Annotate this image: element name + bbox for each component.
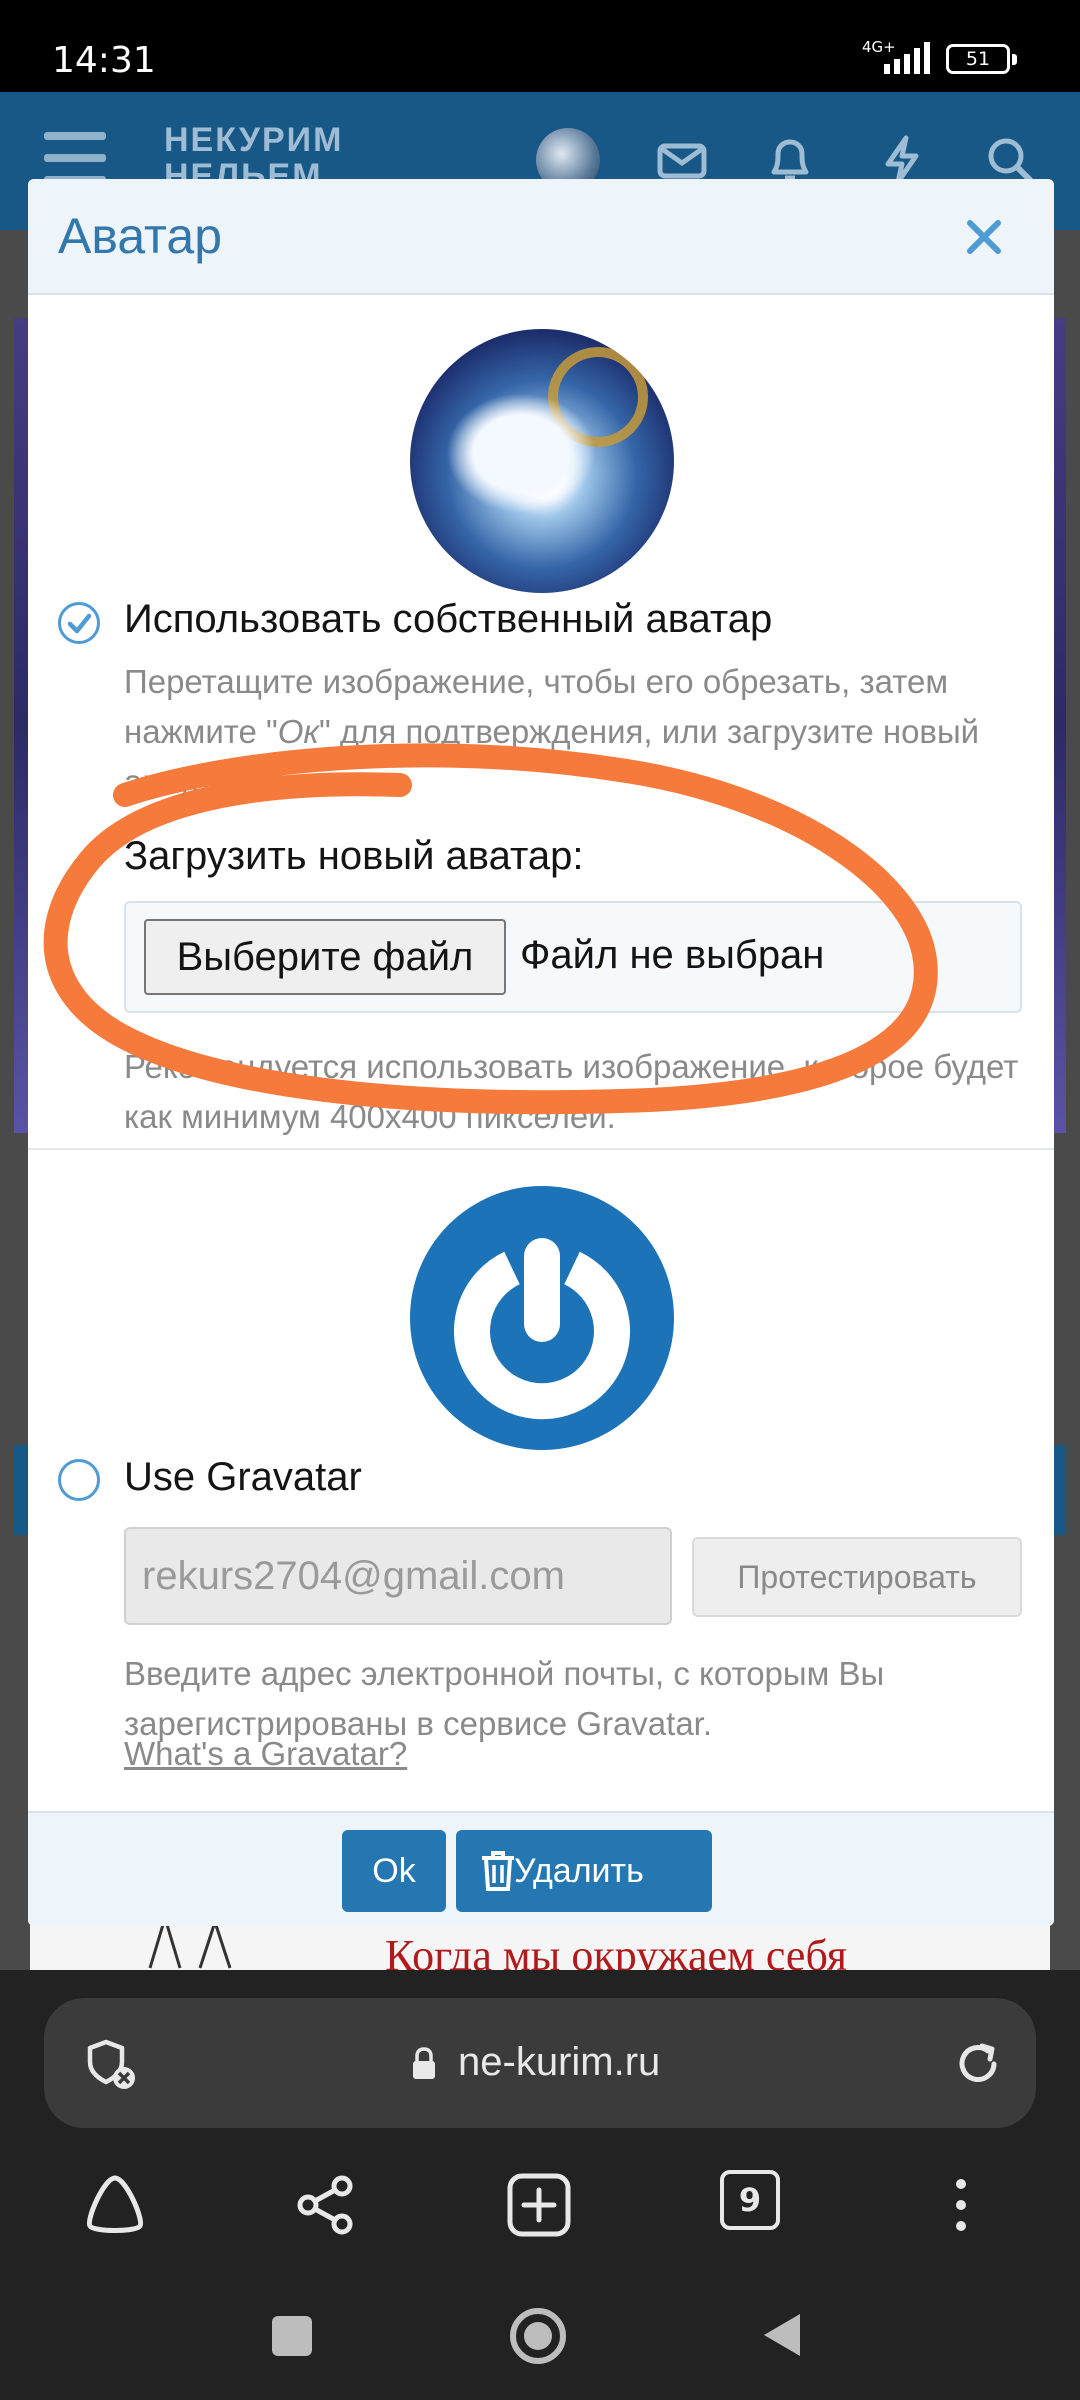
own-avatar-label[interactable]: Использовать собственный аватар — [124, 597, 772, 642]
new-tab-icon[interactable] — [504, 2170, 574, 2240]
signal-icon — [884, 42, 930, 74]
shield-blocked-icon[interactable] — [82, 2034, 142, 2094]
test-gravatar-button[interactable]: Протестировать — [692, 1537, 1022, 1617]
close-icon[interactable] — [958, 211, 1010, 263]
gravatar-hint: Введите адрес электронной почты, с котор… — [124, 1655, 885, 1742]
upload-label: Загрузить новый аватар: — [124, 834, 584, 878]
more-options-icon[interactable] — [926, 2170, 996, 2240]
gravatar-icon — [454, 1238, 630, 1420]
battery-icon: 51 — [946, 44, 1017, 74]
tabs-button[interactable]: 9 — [720, 2170, 780, 2230]
delete-button[interactable]: Удалить — [456, 1830, 712, 1912]
recents-button[interactable] — [272, 2316, 312, 2356]
file-input[interactable]: Выберите файл Файл не выбран — [124, 901, 1022, 1013]
status-bar: 14:31 4G+ 51 — [0, 0, 1080, 92]
upload-recommendation: Рекомендуется использовать изображение, … — [124, 1048, 1019, 1135]
current-avatar-image[interactable] — [410, 329, 674, 593]
reload-icon[interactable] — [948, 2034, 1008, 2094]
url-text[interactable]: ne-kurim.ru — [458, 2040, 660, 2085]
back-icon[interactable] — [760, 2310, 804, 2360]
menu-icon[interactable] — [44, 132, 106, 184]
choose-file-button[interactable]: Выберите файл — [144, 919, 506, 995]
post-title[interactable]: Когда мы окружаем себя — [385, 1930, 847, 1975]
file-status: Файл не выбран — [520, 933, 825, 977]
lock-icon — [413, 2047, 435, 2079]
gravatar-logo — [410, 1186, 674, 1450]
own-avatar-radio[interactable] — [58, 602, 100, 644]
home-button[interactable] — [510, 2308, 566, 2364]
home-icon[interactable] — [80, 2170, 150, 2240]
check-icon — [67, 613, 92, 634]
dialog-footer: Ok Удалить — [28, 1811, 1054, 1926]
gravatar-email-input[interactable] — [124, 1527, 672, 1625]
dialog-title: Аватар — [58, 208, 223, 264]
gravatar-radio[interactable] — [58, 1459, 100, 1501]
dialog-header: Аватар — [28, 179, 1054, 295]
ok-button[interactable]: Ok — [342, 1830, 446, 1912]
status-time: 14:31 — [52, 40, 156, 81]
own-avatar-hint: Перетащите изображение, чтобы его обреза… — [124, 663, 980, 800]
section-divider — [28, 1148, 1054, 1150]
gravatar-label[interactable]: Use Gravatar — [124, 1455, 362, 1500]
trash-icon — [482, 1851, 514, 1891]
address-bar[interactable]: ne-kurim.ru — [44, 1998, 1036, 2128]
gravatar-info-link[interactable]: What's a Gravatar? — [124, 1735, 407, 1773]
avatar-dialog: Аватар Использовать собственный аватар П… — [28, 179, 1054, 1926]
share-icon[interactable] — [290, 2170, 360, 2240]
